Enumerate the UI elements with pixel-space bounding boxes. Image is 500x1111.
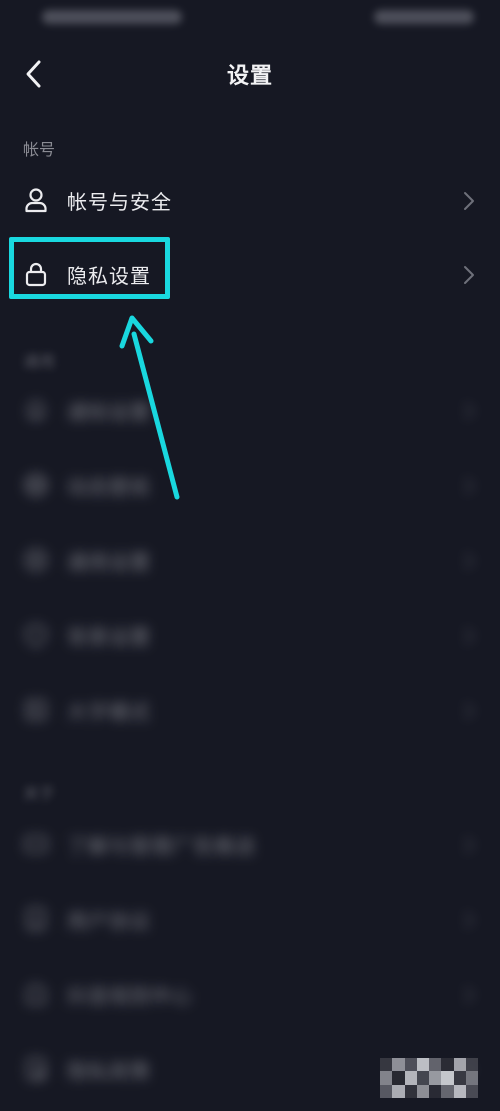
rules-icon (22, 980, 50, 1008)
chevron-right-icon (464, 477, 475, 495)
row-elder-mode[interactable]: 大字模式 (0, 674, 500, 746)
row-account-security[interactable]: 帐号与安全 (0, 164, 500, 236)
row-label: 隐私设置 (67, 264, 151, 288)
row-label: 了解与管理广告推送 (67, 834, 256, 858)
row-label: 通用设置 (67, 550, 151, 574)
row-ads-manage[interactable]: 了解与管理广告推送 (0, 808, 500, 880)
lock-icon (22, 260, 50, 288)
chevron-right-icon (464, 627, 475, 645)
row-user-agreement[interactable]: 用户协议 (0, 883, 500, 955)
bell-icon (22, 396, 50, 424)
shield-icon (22, 621, 50, 649)
gear-icon (22, 546, 50, 574)
policy-icon (22, 1055, 50, 1083)
row-privacy-settings[interactable]: 隐私设置 (0, 238, 500, 310)
book-icon (22, 696, 50, 724)
circle-icon (22, 471, 50, 499)
row-label: 抖音规则中心 (67, 984, 193, 1008)
chevron-right-icon (464, 552, 475, 570)
row-feed-settings[interactable]: 动态壁纸 (0, 449, 500, 521)
status-bar (0, 0, 500, 36)
chevron-right-icon (464, 986, 475, 1004)
row-label: 用户协议 (67, 909, 151, 933)
row-notifications[interactable]: 通知设置 (0, 374, 500, 446)
status-carrier-info (42, 10, 182, 24)
row-label: 隐私政策 (67, 1059, 151, 1083)
section-label-about: 关于 (23, 784, 56, 803)
row-general-settings[interactable]: 通用设置 (0, 524, 500, 596)
ad-icon (22, 830, 50, 858)
section-label-general: 通用 (23, 352, 56, 371)
mosaic-watermark (380, 1058, 478, 1098)
settings-screen: 设置 帐号 帐号与安全 隐私设置 通用 通知设置 动态壁纸 通用设置 背景设置 … (0, 0, 500, 1111)
chevron-right-icon (464, 911, 475, 929)
row-label: 通知设置 (67, 400, 151, 424)
row-label: 帐号与安全 (67, 190, 172, 214)
header: 设置 (0, 44, 500, 104)
chevron-right-icon (464, 266, 474, 284)
row-rules-center[interactable]: 抖音规则中心 (0, 958, 500, 1030)
user-icon (22, 186, 50, 214)
section-label-account: 帐号 (23, 140, 56, 159)
chevron-right-icon (464, 836, 475, 854)
row-label: 大字模式 (67, 700, 151, 724)
row-background-settings[interactable]: 背景设置 (0, 599, 500, 671)
chevron-right-icon (464, 192, 474, 210)
row-label: 动态壁纸 (67, 475, 151, 499)
chevron-right-icon (464, 402, 475, 420)
document-icon (22, 905, 50, 933)
chevron-right-icon (464, 702, 475, 720)
row-label: 背景设置 (67, 625, 151, 649)
status-battery-time (374, 10, 474, 24)
page-title: 设置 (226, 64, 273, 89)
